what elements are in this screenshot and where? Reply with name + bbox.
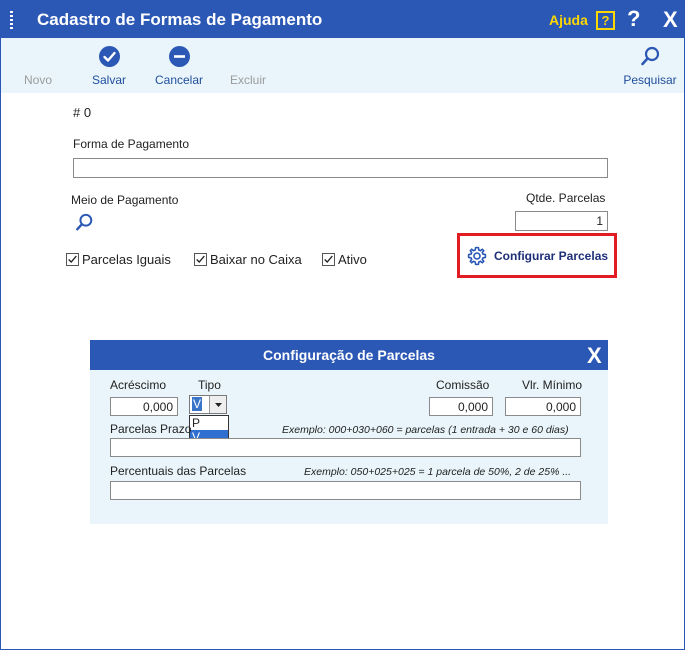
pesquisar-button[interactable]: Pesquisar [618, 38, 682, 93]
cancelar-button[interactable]: Cancelar [149, 38, 209, 93]
comissao-label: Comissão [436, 378, 490, 392]
drag-handle-icon[interactable] [10, 11, 14, 29]
forma-pagamento-label: Forma de Pagamento [73, 137, 190, 151]
help-link[interactable]: Ajuda [549, 12, 588, 28]
baixar-caixa-label: Baixar no Caixa [210, 252, 302, 267]
question-icon[interactable]: ? [627, 6, 640, 32]
baixar-caixa-checkbox[interactable]: Baixar no Caixa [194, 252, 302, 267]
configurar-parcelas-button[interactable]: Configurar Parcelas [457, 233, 617, 278]
salvar-button[interactable]: Salvar [83, 38, 135, 93]
chevron-down-icon[interactable] [209, 396, 226, 413]
excluir-button[interactable]: Excluir [223, 38, 273, 93]
minus-icon [169, 46, 190, 67]
forma-pagamento-input[interactable] [73, 158, 608, 178]
meio-pagamento-search-icon[interactable] [75, 213, 94, 232]
novo-button[interactable]: Novo [13, 38, 63, 93]
checkbox-checked-icon [66, 253, 79, 266]
parcelas-iguais-label: Parcelas Iguais [82, 252, 171, 267]
main-window: Cadastro de Formas de Pagamento Ajuda ? … [0, 0, 685, 650]
tipo-option-p[interactable]: P [190, 416, 228, 430]
check-icon [99, 46, 120, 67]
config-parcelas-dialog: Configuração de Parcelas X Acréscimo 0,0… [90, 340, 608, 524]
record-id: # 0 [73, 105, 92, 120]
acrescimo-label: Acréscimo [110, 378, 167, 392]
parcelas-prazo-input[interactable] [110, 438, 581, 457]
novo-label: Novo [23, 73, 52, 87]
parcelas-prazo-label: Parcelas Prazo [110, 422, 192, 436]
excluir-label: Excluir [229, 73, 266, 87]
tipo-label: Tipo [198, 378, 221, 392]
pesquisar-label: Pesquisar [623, 73, 677, 87]
percentuais-label: Percentuais das Parcelas [110, 464, 247, 478]
parcelas-iguais-checkbox[interactable]: Parcelas Iguais [66, 252, 171, 267]
ativo-label: Ativo [338, 252, 367, 267]
checkbox-checked-icon [322, 253, 335, 266]
percentuais-hint: Exemplo: 050+025+025 = 1 parcela de 50%,… [304, 466, 572, 478]
cancelar-label: Cancelar [154, 73, 204, 87]
qtde-parcelas-label: Qtde. Parcelas [526, 191, 606, 205]
qtde-parcelas-input[interactable]: 1 [515, 211, 608, 231]
comissao-input[interactable]: 0,000 [429, 397, 493, 416]
dialog-title-bar[interactable]: Configuração de Parcelas X [90, 340, 608, 370]
window-title: Cadastro de Formas de Pagamento [37, 10, 323, 29]
help-box-icon[interactable]: ? [596, 11, 615, 30]
meio-pagamento-label: Meio de Pagamento [71, 193, 179, 207]
gear-icon [467, 246, 487, 266]
tipo-selected-value: V [192, 397, 203, 411]
vlr-minimo-input[interactable]: 0,000 [505, 397, 581, 416]
close-window-button[interactable]: X [663, 7, 678, 33]
parcelas-prazo-hint: Exemplo: 000+030+060 = parcelas (1 entra… [282, 424, 569, 436]
configurar-parcelas-label: Configurar Parcelas [494, 249, 609, 263]
acrescimo-input[interactable]: 0,000 [110, 397, 178, 416]
dialog-title: Configuração de Parcelas [263, 347, 435, 363]
vlr-minimo-label: Vlr. Mínimo [522, 378, 583, 392]
percentuais-input[interactable] [110, 481, 581, 500]
checkbox-checked-icon [194, 253, 207, 266]
title-bar[interactable]: Cadastro de Formas de Pagamento Ajuda ? … [1, 1, 684, 38]
salvar-label: Salvar [91, 73, 126, 87]
toolbar: Novo Salvar Cancelar Excluir Pesquisar [1, 38, 684, 93]
tipo-select[interactable]: V [189, 395, 227, 414]
dialog-close-button[interactable]: X [587, 343, 602, 369]
search-icon [641, 46, 660, 66]
ativo-checkbox[interactable]: Ativo [322, 252, 367, 267]
